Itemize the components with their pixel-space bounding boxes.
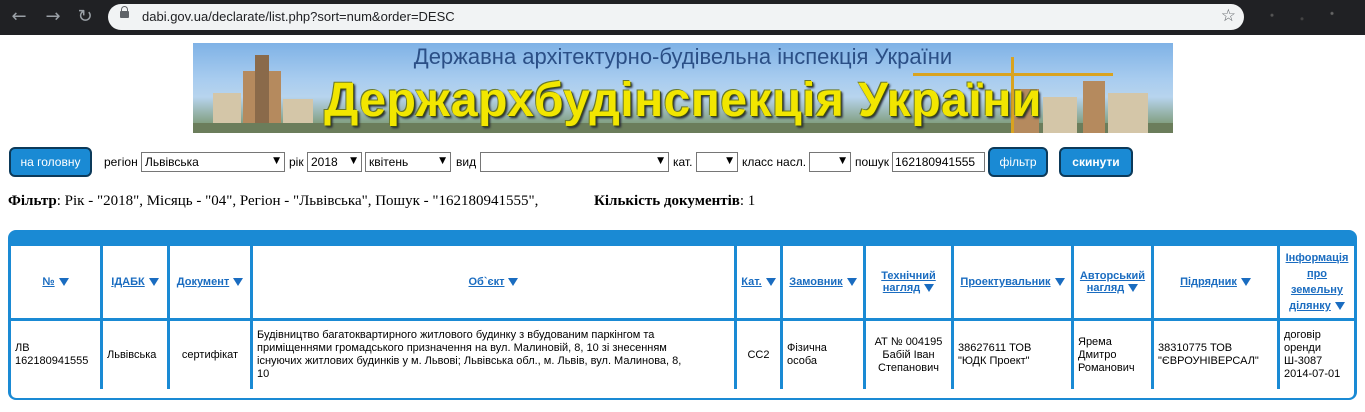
month-select[interactable]: квітень ▼ (365, 152, 451, 172)
cell-object: Будівництво багатоквартирного житлового … (253, 321, 734, 389)
search-label: пошук (855, 155, 890, 169)
year-select-value: 2018 (311, 155, 338, 169)
column-header-customer[interactable]: Замовник (783, 246, 863, 318)
table-footer (10, 389, 1355, 399)
document-count-value: : 1 (739, 193, 756, 209)
sort-arrow-icon[interactable] (508, 278, 519, 286)
bookmark-star-icon[interactable]: ☆ (1221, 6, 1236, 26)
chevron-down-icon: ▼ (350, 156, 357, 166)
chevron-down-icon: ▼ (273, 156, 280, 166)
cell-idabk: Львівська (103, 321, 167, 389)
address-bar[interactable]: dabi.gov.ua/declarate/list.php?sort=num&… (108, 4, 1244, 30)
column-header-num[interactable]: № (11, 246, 100, 318)
chevron-down-icon: ▼ (726, 156, 733, 166)
column-header-idabk[interactable]: ІДАБК (103, 246, 167, 318)
back-icon[interactable]: ← (8, 6, 30, 28)
sort-arrow-icon[interactable] (148, 278, 159, 286)
region-select-value: Львівська (145, 155, 199, 169)
year-select[interactable]: 2018 ▼ (307, 152, 362, 172)
column-header-cat[interactable]: Кат. (737, 246, 780, 318)
site-banner: Державна архітектурно-будівельна інспекц… (193, 43, 1173, 133)
column-header-contractor[interactable]: Підрядник (1154, 246, 1277, 318)
chevron-down-icon: ▼ (657, 156, 664, 166)
filter-summary-label: Фільтр (8, 193, 57, 209)
cell-author-supervision: Ярема Дмитро Романович (1074, 321, 1151, 389)
cell-cat: СС2 (737, 321, 780, 389)
sort-arrow-icon[interactable] (765, 278, 776, 286)
sort-arrow-icon[interactable] (58, 278, 69, 286)
url-text[interactable]: dabi.gov.ua/declarate/list.php?sort=num&… (142, 9, 455, 24)
extension-area (1262, 8, 1362, 26)
filter-summary: Фільтр: Рік - "2018", Місяць - "04", Рег… (8, 193, 538, 210)
class-label: класс насл. (742, 155, 807, 169)
chevron-down-icon: ▼ (439, 156, 446, 166)
home-button[interactable]: на головну (9, 147, 92, 177)
column-header-object[interactable]: Об`єкт (253, 246, 734, 318)
banner-title: Держархбудінспекція України (324, 74, 1042, 127)
cell-supervision: АТ № 004195 Бабій Іван Степанович (866, 321, 951, 389)
category-select[interactable]: ▼ (696, 152, 738, 172)
sort-arrow-icon[interactable] (233, 278, 244, 286)
browser-toolbar: ← → ↻ dabi.gov.ua/declarate/list.php?sor… (0, 0, 1365, 35)
column-header-supervision[interactable]: Технічний нагляд (866, 246, 951, 318)
cell-designer: 38627611 ТОВ "ЮДК Проект" (954, 321, 1071, 389)
column-header-land-info[interactable]: Інформація про земельну ділянку (1280, 246, 1354, 318)
chevron-down-icon: ▼ (839, 156, 846, 166)
column-header-document[interactable]: Документ (170, 246, 250, 318)
region-label: регіон (104, 155, 138, 169)
sort-arrow-icon[interactable] (846, 278, 857, 286)
document-count-label: Кількість документів (594, 193, 740, 209)
lock-icon (120, 6, 129, 18)
region-select[interactable]: Львівська ▼ (141, 152, 285, 172)
sort-arrow-icon[interactable] (924, 284, 935, 293)
year-label: рік (289, 155, 304, 169)
column-header-author-supervision[interactable]: Авторський нагляд (1074, 246, 1151, 318)
cell-land-info: договір оренди Ш-3087 2014-07-01 (1280, 321, 1354, 389)
cell-document: сертифікат (170, 321, 250, 389)
sort-arrow-icon[interactable] (1334, 302, 1345, 311)
column-header-designer[interactable]: Проектувальник (954, 246, 1071, 318)
sort-arrow-icon[interactable] (1128, 284, 1139, 293)
cell-customer: Фізична особа (783, 321, 863, 389)
filter-button[interactable]: фільтр (988, 147, 1048, 177)
category-label: кат. (673, 155, 693, 169)
class-select[interactable]: ▼ (809, 152, 851, 172)
month-select-value: квітень (369, 155, 409, 169)
sort-arrow-icon[interactable] (1054, 278, 1065, 286)
type-label: вид (456, 155, 477, 169)
search-input[interactable]: 162180941555 (892, 152, 985, 172)
reload-icon[interactable]: ↻ (74, 6, 96, 28)
cell-num: ЛВ 162180941555 (11, 321, 100, 389)
reset-button[interactable]: скинути (1059, 147, 1133, 177)
filter-summary-text: : Рік - "2018", Місяць - "04", Регіон - … (56, 193, 539, 209)
sort-arrow-icon[interactable] (1240, 278, 1251, 286)
cell-contractor: 38310775 ТОВ "ЄВРОУНІВЕРСАЛ" (1154, 321, 1277, 389)
banner-subtitle: Державна архітектурно-будівельна інспекц… (413, 44, 953, 69)
document-count: Кількість документів: 1 (594, 193, 755, 210)
forward-icon[interactable]: → (42, 6, 64, 28)
type-select[interactable]: ▼ (480, 152, 669, 172)
